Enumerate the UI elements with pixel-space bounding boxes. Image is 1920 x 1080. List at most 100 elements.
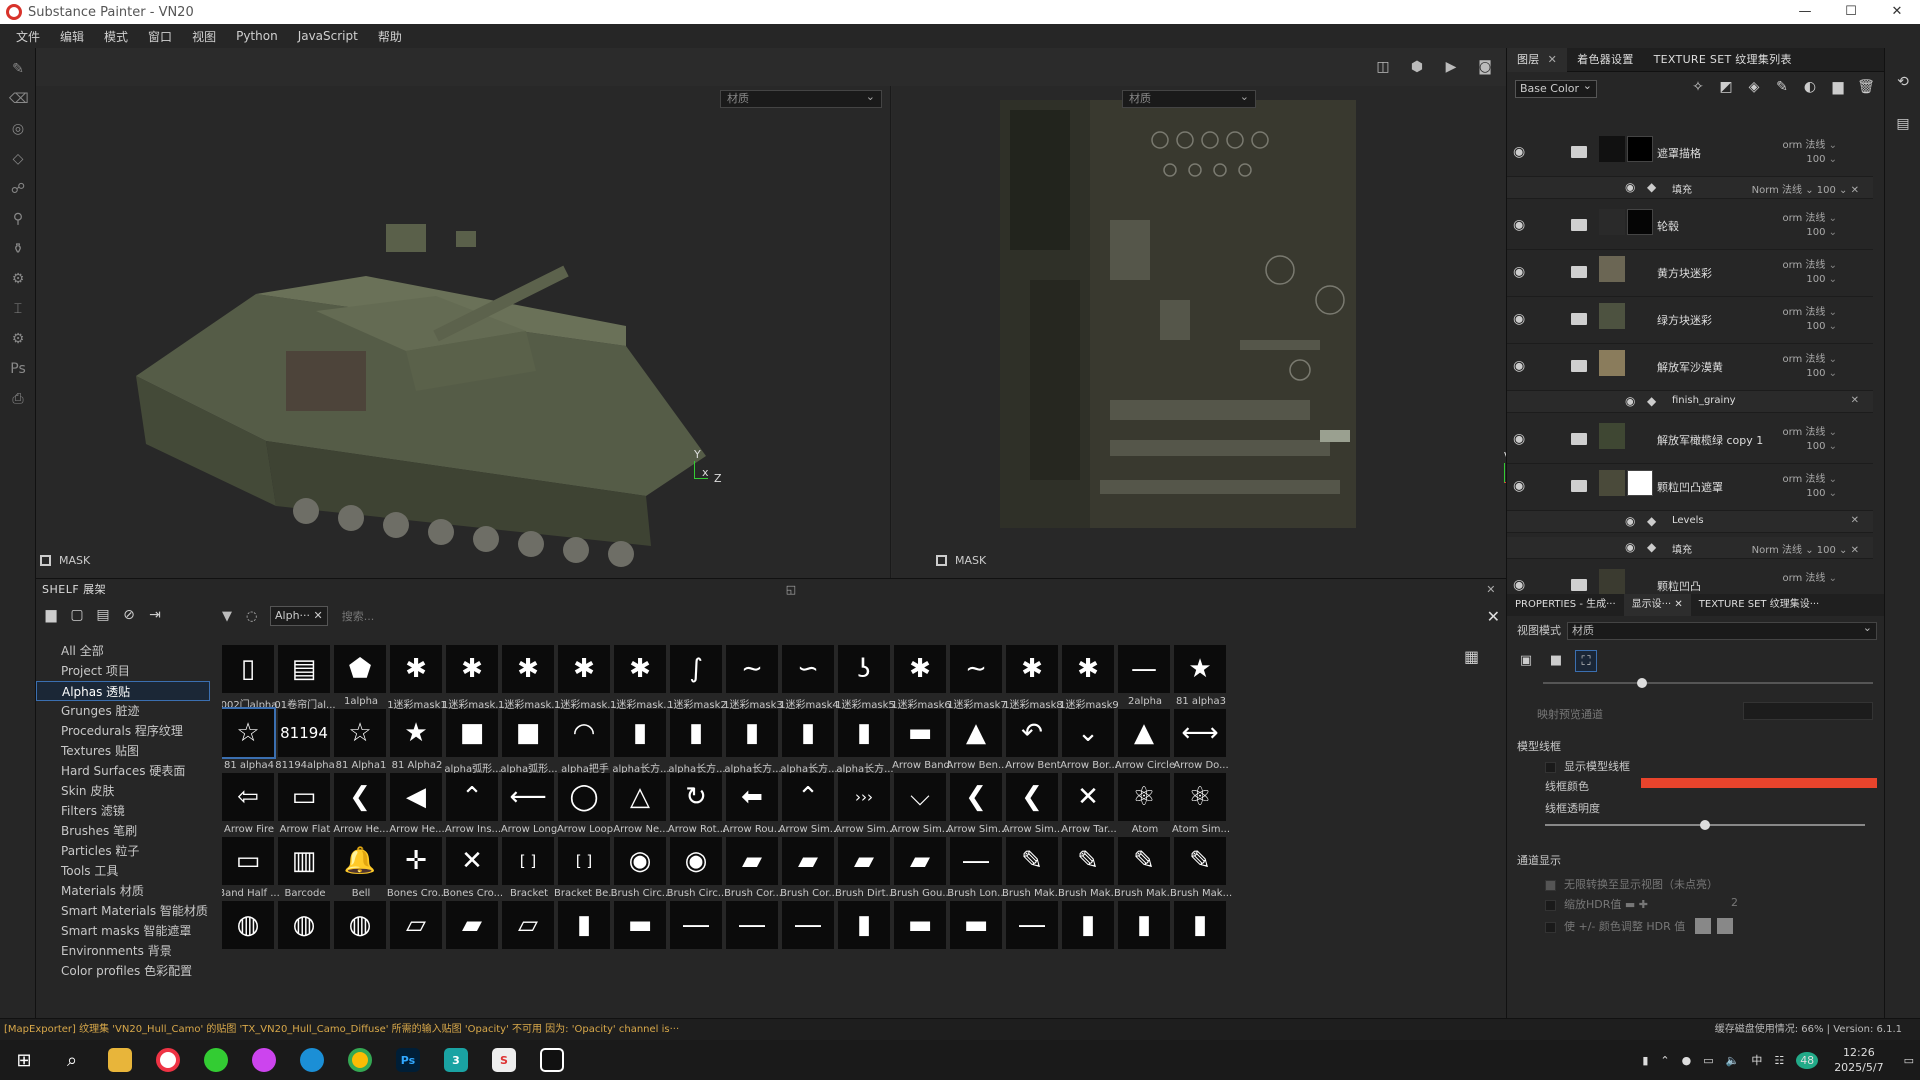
visibility-eye-icon[interactable]: ◉: [1513, 431, 1533, 447]
visibility-eye-icon[interactable]: ◉: [1625, 540, 1645, 554]
viewport-3d[interactable]: 材质 Y x Z MASK: [36, 86, 891, 578]
filter-icon[interactable]: ▼: [222, 609, 238, 624]
shelf-item[interactable]: ∽ 1迷彩mask4: [779, 645, 839, 711]
show-wire-toggle[interactable]: 显示模型线框: [1545, 758, 1630, 774]
add-paint-layer-icon[interactable]: ✎: [1772, 79, 1792, 99]
shelf-item[interactable]: ✱ 1迷彩mask...: [498, 645, 560, 711]
color-picker-icon[interactable]: ⚱: [9, 240, 27, 258]
refresh-icon[interactable]: ◌: [246, 609, 262, 624]
visibility-eye-icon[interactable]: ◉: [1513, 358, 1533, 374]
shelf-item[interactable]: ▥ Barcode: [278, 837, 334, 901]
shelf-item[interactable]: ▮: [838, 901, 894, 965]
layer-blend-mode[interactable]: orm 法线: [1782, 423, 1837, 438]
settings-small-icon[interactable]: ⚙: [9, 330, 27, 348]
shelf-item[interactable]: ⬟ 1alpha: [334, 645, 390, 709]
shelf-item[interactable]: ▯ 002门alpha: [222, 645, 278, 711]
shelf-search-input[interactable]: 搜索...: [342, 608, 375, 624]
shelf-item[interactable]: ✱ 1迷彩mask6: [891, 645, 951, 711]
shelf-item[interactable]: ∼ 1迷彩mask7: [947, 645, 1007, 711]
category-project[interactable]: Project 项目: [36, 661, 210, 681]
category-materials[interactable]: Materials 材质: [36, 881, 210, 901]
shelf-item[interactable]: ▲ Arrow Circle: [1115, 709, 1175, 773]
tab-layers[interactable]: 图层 ✕: [1507, 47, 1568, 72]
layer-opacity[interactable]: 100: [1806, 154, 1837, 165]
layer-blend-mode[interactable]: orm 法线: [1782, 350, 1837, 365]
wire-opacity-knob[interactable]: [1700, 820, 1710, 830]
shelf-item[interactable]: ◍: [334, 901, 390, 965]
category-all[interactable]: All 全部: [36, 641, 210, 661]
screenshot-icon[interactable]: ◙: [1472, 56, 1498, 78]
category-textures[interactable]: Textures 贴图: [36, 741, 210, 761]
tab-layers-close[interactable]: ✕: [1548, 53, 1558, 66]
sub-layer-controls[interactable]: ✕: [1851, 515, 1859, 526]
taskbar-photoshop[interactable]: Ps: [384, 1040, 432, 1080]
taskbar-chrome[interactable]: [336, 1040, 384, 1080]
shelf-item[interactable]: ▮: [1174, 901, 1230, 965]
shelf-item[interactable]: ↶ Arrow Bent: [1005, 709, 1062, 773]
import-icon[interactable]: ▤: [94, 607, 112, 625]
taskbar-explorer[interactable]: [96, 1040, 144, 1080]
shelf-item[interactable]: ☆ 81 alpha4: [222, 707, 278, 773]
layer-mask-thumbnail[interactable]: [1627, 209, 1653, 235]
tab-texture-set-settings[interactable]: TEXTURE SET 纹理集设···: [1691, 594, 1827, 616]
shelf-item[interactable]: ▭ Band Half ...: [222, 837, 280, 901]
category-smart-materials[interactable]: Smart Materials 智能材质: [36, 901, 210, 921]
material-select-3d[interactable]: 材质: [720, 89, 882, 108]
layer-blend-mode[interactable]: orm 法线: [1782, 470, 1837, 485]
close-button[interactable]: ✕: [1874, 0, 1920, 24]
shelf-item[interactable]: ∼ 1迷彩mask3: [723, 645, 783, 711]
shelf-item[interactable]: ★ 81 Alpha2: [390, 709, 446, 773]
tab-texture-set-list[interactable]: TEXTURE SET 纹理集列表: [1644, 48, 1802, 72]
notification-badge[interactable]: 48: [1796, 1051, 1819, 1069]
viewport-2d[interactable]: 材质 V U MASK: [892, 86, 1532, 578]
shelf-item[interactable]: ▮ alpha长方...: [836, 709, 894, 775]
delete-layer-icon[interactable]: 🗑: [1856, 79, 1876, 99]
shelf-item[interactable]: ✎ Brush Mak...: [1114, 837, 1176, 901]
shelf-float-button[interactable]: ◱: [786, 583, 797, 596]
taskbar-substance[interactable]: S: [480, 1040, 528, 1080]
shelf-item[interactable]: ⟷ Arrow Do...: [1173, 709, 1230, 773]
layer-opacity[interactable]: 100: [1806, 227, 1837, 238]
layer-sub-row[interactable]: ◉ ◆ 填充 Norm 法线 ⌄ 100 ⌄ ✕: [1507, 537, 1873, 559]
shelf-item[interactable]: ⌃ Arrow Sim...: [779, 773, 839, 837]
shelf-item[interactable]: ▰ Brush Cor...: [724, 837, 782, 901]
shelf-item[interactable]: ▱: [502, 901, 558, 965]
layer-mask-thumbnail[interactable]: [1627, 136, 1653, 162]
shelf-item[interactable]: ▮ alpha长方...: [724, 709, 782, 775]
export-shelf-icon[interactable]: ⇥: [146, 607, 164, 625]
folder-icon[interactable]: ▆: [42, 607, 60, 625]
shelf-item[interactable]: ✛ Bones Cro...: [387, 837, 447, 901]
mask-checkbox-2d[interactable]: [936, 555, 947, 566]
layer-sub-row[interactable]: ◉ ◆ 填充 Norm 法线 ⌄ 100 ⌄ ✕: [1507, 177, 1873, 199]
shelf-item[interactable]: ▬: [950, 901, 1006, 965]
measure-icon[interactable]: ⌶: [9, 300, 27, 318]
menu-file[interactable]: 文件: [16, 28, 40, 45]
add-fill-layer-icon[interactable]: ◈: [1744, 79, 1764, 99]
shelf-item[interactable]: ▮: [1118, 901, 1174, 965]
shelf-item[interactable]: ✱ 1迷彩mask...: [442, 645, 504, 711]
projection-icon[interactable]: ◎: [9, 120, 27, 138]
shelf-item[interactable]: ❮ Arrow He...: [333, 773, 390, 837]
layer-row[interactable]: ◉ 颗粒凹凸遮罩 orm 法线 100: [1507, 464, 1873, 511]
layer-mask-thumbnail[interactable]: [1627, 470, 1653, 496]
shelf-item[interactable]: ⚛ Atom: [1118, 773, 1174, 837]
shelf-item[interactable]: ■ alpha弧形...: [500, 709, 558, 775]
option-3[interactable]: 使 +/- 颜色调整 HDR 值: [1545, 918, 1685, 934]
add-anchor-icon[interactable]: ◐: [1800, 79, 1820, 99]
shelf-item[interactable]: ⬅ Arrow Rou...: [723, 773, 783, 837]
taskbar-edge[interactable]: [288, 1040, 336, 1080]
category-smart-masks[interactable]: Smart masks 智能遮罩: [36, 921, 210, 941]
maximize-button[interactable]: ☐: [1828, 0, 1874, 24]
start-button[interactable]: ⊞: [0, 1040, 48, 1080]
option-1[interactable]: 无限转换至显示视图（未点亮）: [1545, 876, 1718, 892]
category-procedurals[interactable]: Procedurals 程序纹理: [36, 721, 210, 741]
shelf-item[interactable]: ∫ 1迷彩mask2: [667, 645, 727, 711]
shelf-item[interactable]: ››› Arrow Sim...: [835, 773, 895, 837]
visibility-eye-icon[interactable]: ◉: [1513, 264, 1533, 280]
preview-channel-field[interactable]: [1743, 702, 1873, 720]
tab-shader-settings[interactable]: 着色器设置: [1567, 48, 1644, 72]
visibility-eye-icon[interactable]: ◉: [1625, 180, 1645, 194]
taskbar-qq[interactable]: [528, 1040, 576, 1080]
shelf-item[interactable]: △ Arrow Ne...: [613, 773, 670, 837]
taskbar-app-2[interactable]: [192, 1040, 240, 1080]
